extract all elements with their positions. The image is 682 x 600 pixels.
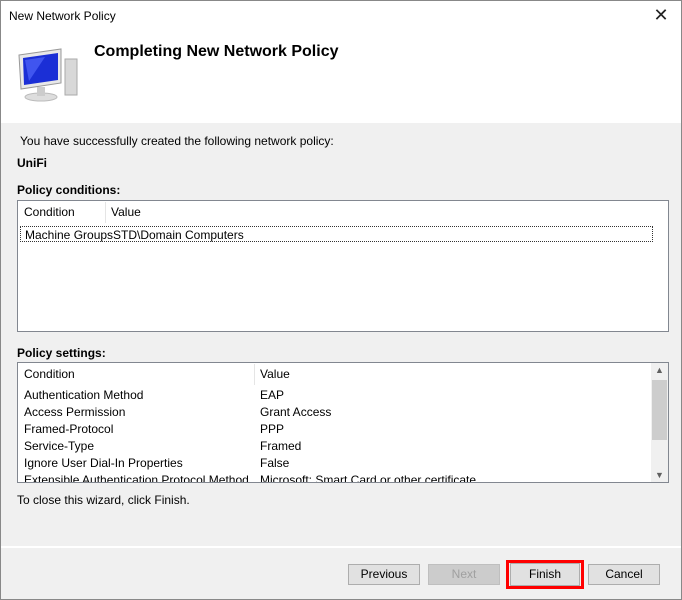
table-row[interactable]: Ignore User Dial-In Properties False: [20, 455, 650, 471]
cell-value: Grant Access: [260, 405, 332, 419]
previous-button[interactable]: Previous: [348, 564, 420, 585]
table-row[interactable]: Extensible Authentication Protocol Metho…: [20, 472, 650, 483]
cell-condition: Ignore User Dial-In Properties: [24, 456, 183, 470]
next-button[interactable]: Next: [428, 564, 500, 585]
cell-value: False: [260, 456, 290, 470]
cell-value: PPP: [260, 422, 285, 436]
close-instruction: To close this wizard, click Finish.: [17, 493, 190, 507]
cell-condition: Machine Groups: [25, 228, 114, 242]
conditions-label: Policy conditions:: [17, 183, 121, 197]
scroll-down-icon[interactable]: ▼: [651, 470, 668, 480]
cancel-button[interactable]: Cancel: [588, 564, 660, 585]
cell-value: EAP: [260, 388, 285, 402]
computer-monitor-icon: [18, 48, 78, 102]
column-header-condition[interactable]: Condition: [19, 202, 75, 223]
page-title: Completing New Network Policy: [94, 43, 339, 60]
settings-label: Policy settings:: [17, 346, 106, 360]
wizard-header: Completing New Network Policy: [1, 31, 681, 123]
cell-value: Microsoft: Smart Card or other certifica…: [260, 473, 477, 483]
cell-condition: Authentication Method: [24, 388, 144, 402]
cell-value: STD\Domain Computers: [113, 228, 244, 242]
cell-condition: Service-Type: [24, 439, 95, 453]
dialog-window: New Network Policy ✕ Completing New Netw…: [0, 0, 682, 600]
column-header-condition[interactable]: Condition: [19, 364, 75, 385]
close-icon[interactable]: ✕: [649, 5, 673, 26]
scrollbar-thumb[interactable]: [652, 380, 667, 440]
table-row[interactable]: Machine Groups STD\Domain Computers: [20, 226, 653, 242]
policy-name: UniFi: [17, 156, 47, 170]
table-row[interactable]: Service-Type Framed: [20, 438, 650, 454]
title-bar: New Network Policy ✕: [1, 1, 681, 31]
conditions-list[interactable]: Condition Value Machine Groups STD\Domai…: [17, 200, 669, 332]
cell-condition: Access Permission: [24, 405, 126, 419]
column-header-value[interactable]: Value: [106, 202, 141, 223]
cell-condition: Framed-Protocol: [24, 422, 114, 436]
table-row[interactable]: Authentication Method EAP: [20, 387, 650, 403]
separator: [1, 546, 681, 548]
finish-button[interactable]: Finish: [510, 563, 580, 586]
vertical-scrollbar[interactable]: ▲ ▼: [651, 363, 668, 482]
table-row[interactable]: Access Permission Grant Access: [20, 404, 650, 420]
cell-condition: Extensible Authentication Protocol Metho…: [24, 473, 249, 483]
settings-list[interactable]: Condition Value Authentication Method EAP…: [17, 362, 669, 483]
column-header-value[interactable]: Value: [255, 364, 290, 385]
window-title: New Network Policy: [9, 9, 116, 23]
table-row[interactable]: Framed-Protocol PPP: [20, 421, 650, 437]
intro-text: You have successfully created the follow…: [20, 134, 334, 148]
scroll-up-icon[interactable]: ▲: [651, 365, 668, 375]
cell-value: Framed: [260, 439, 302, 453]
